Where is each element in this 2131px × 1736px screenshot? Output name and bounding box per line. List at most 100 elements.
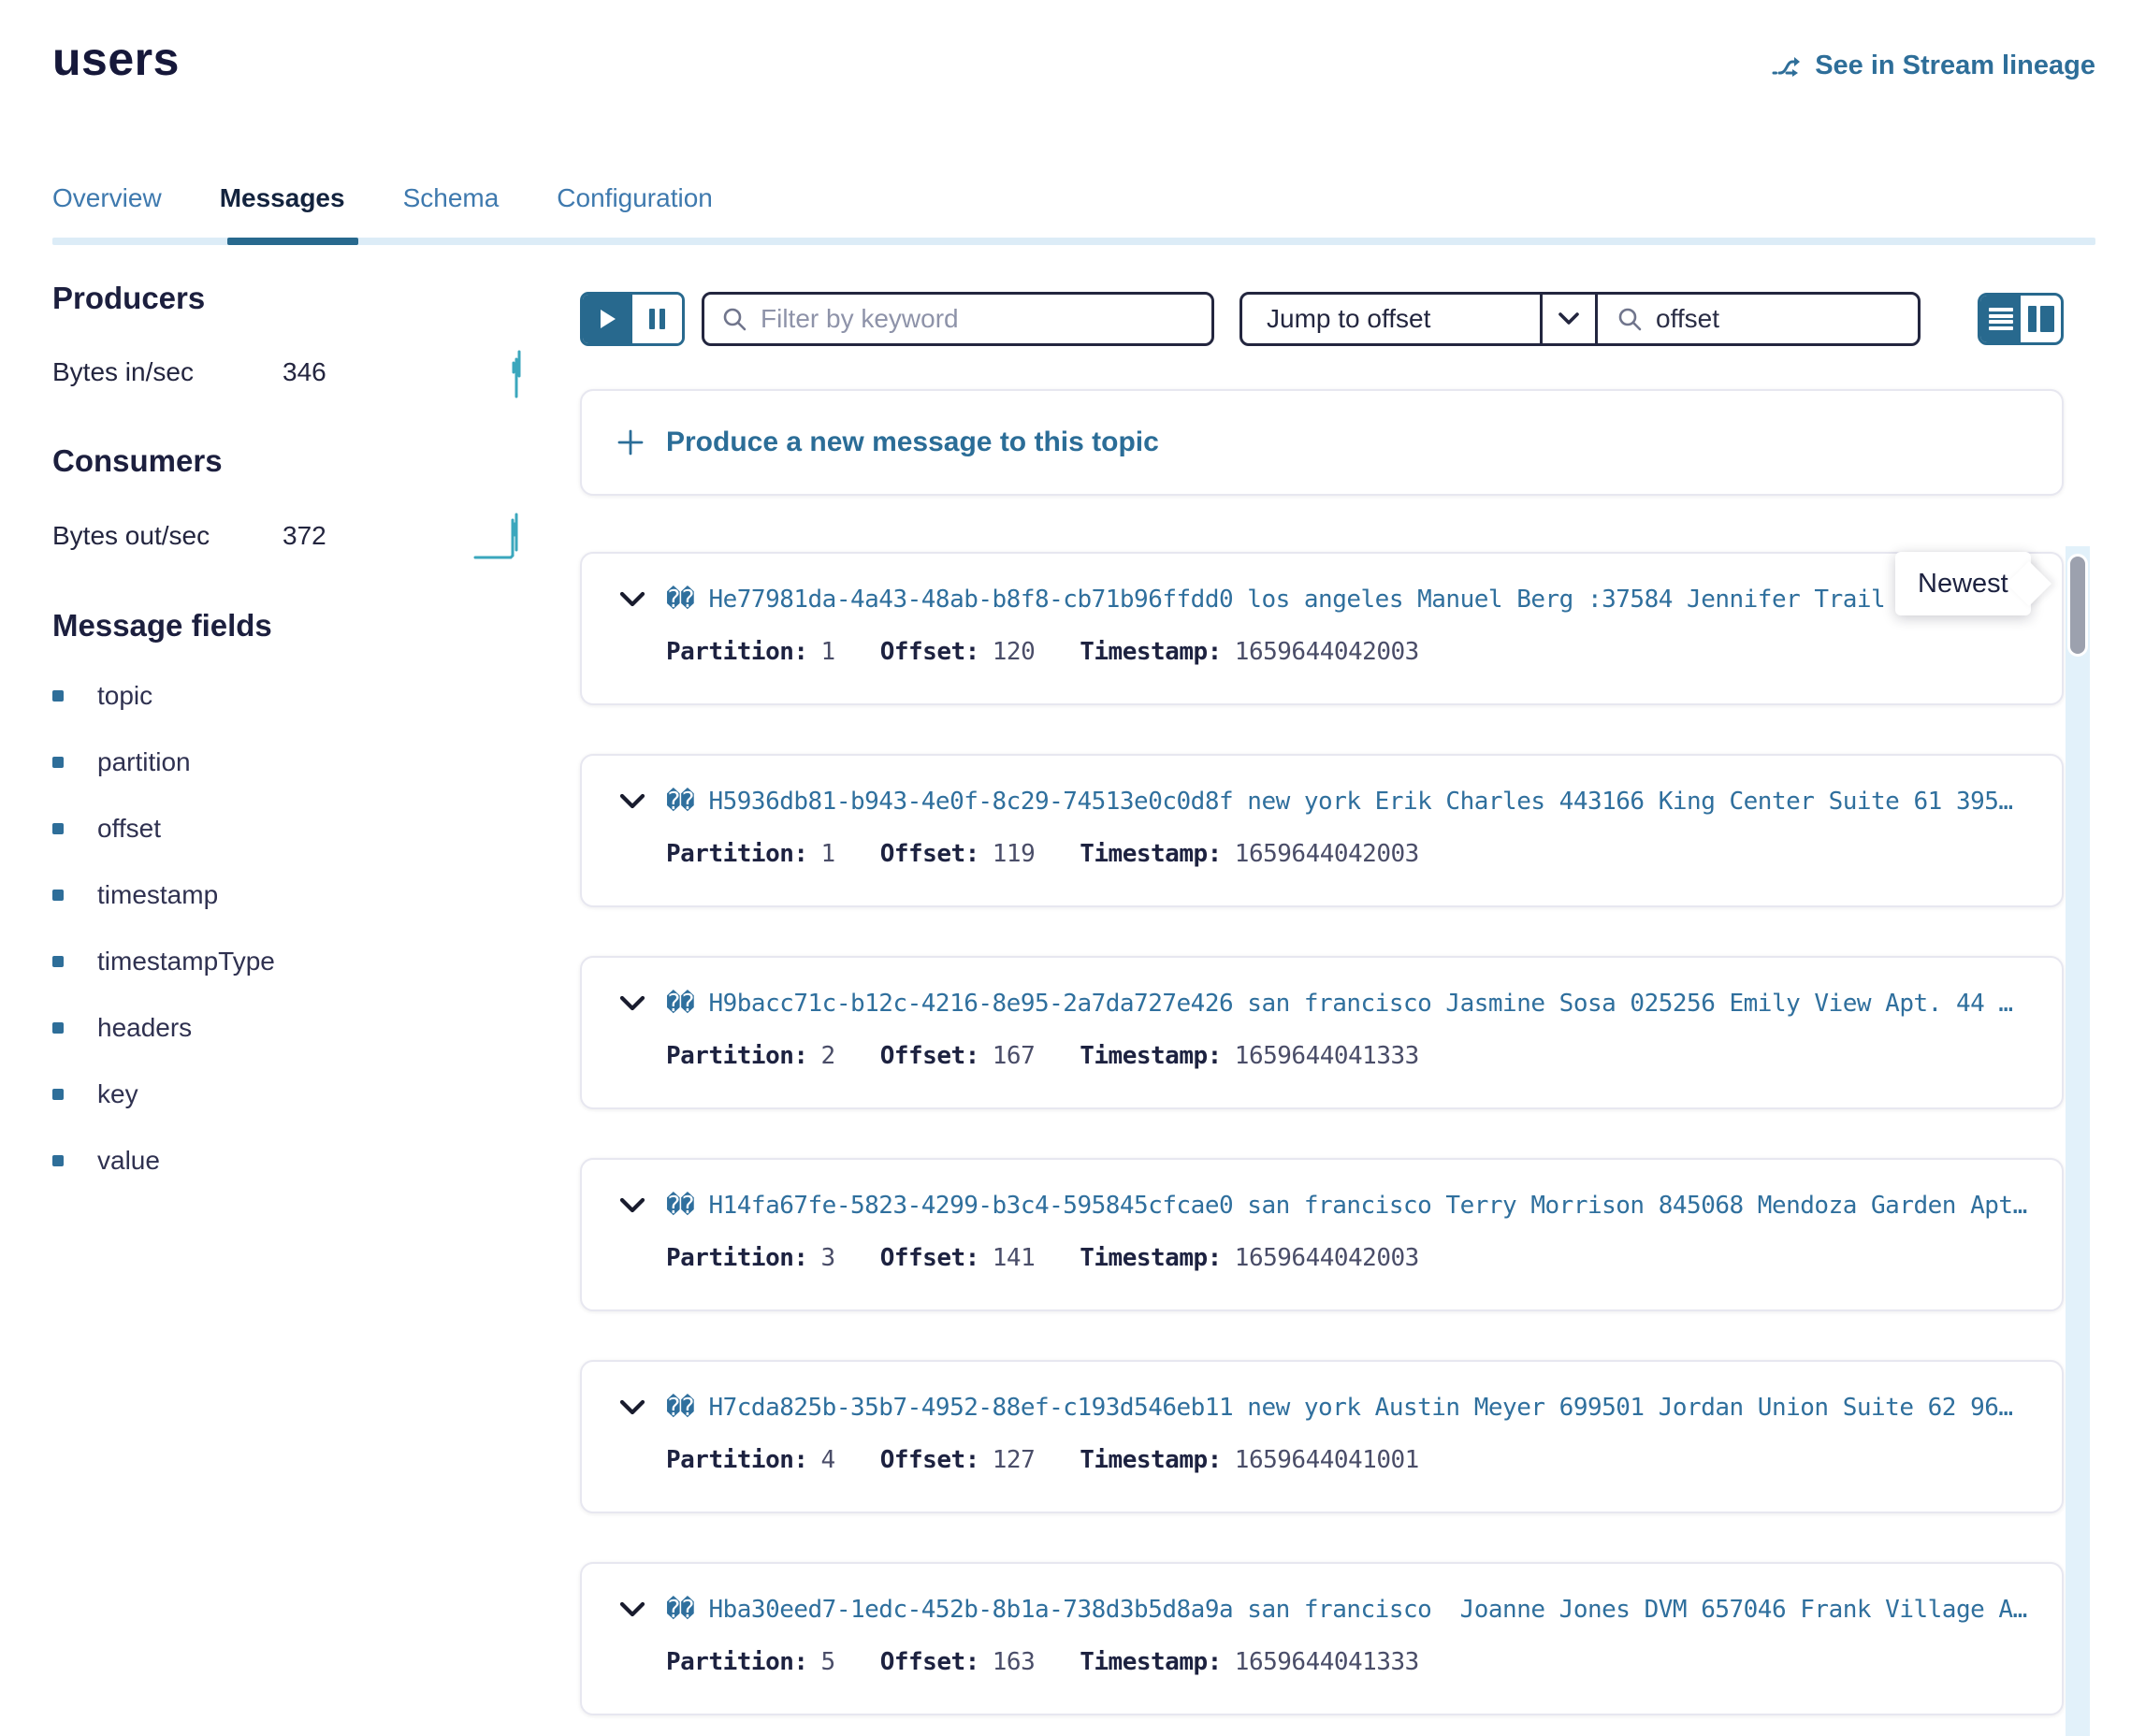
partition-label: Partition: bbox=[666, 1244, 808, 1272]
message-key-value: �� H9bacc71c-b12c-4216-8e95-2a7da727e426… bbox=[666, 990, 2037, 1018]
search-icon bbox=[721, 306, 747, 332]
offset-search[interactable] bbox=[1598, 295, 1918, 343]
message-key-value: �� He77981da-4a43-48ab-b8f8-cb71b96ffdd0… bbox=[666, 586, 2037, 614]
message-row-header[interactable]: �� He77981da-4a43-48ab-b8f8-cb71b96ffdd0… bbox=[619, 586, 2037, 614]
column-view-icon bbox=[2028, 306, 2054, 332]
partition-value: 1 bbox=[821, 840, 835, 868]
jump-select-chevron[interactable] bbox=[1543, 295, 1595, 343]
message-card: �� H5936db81-b943-4e0f-8c29-74513e0c0d8f… bbox=[580, 754, 2064, 907]
field-item-offset[interactable]: offset bbox=[52, 795, 531, 861]
message-meta: Partition:2 Offset:167 Timestamp:1659644… bbox=[666, 1042, 2037, 1070]
chevron-down-icon[interactable] bbox=[619, 591, 645, 608]
view-mode-toggle bbox=[1978, 293, 2064, 345]
message-list-scrollbar-thumb[interactable] bbox=[2067, 554, 2088, 657]
offset-value: 167 bbox=[993, 1042, 1035, 1070]
message-card: �� H14fa67fe-5823-4299-b3c4-595845cfcae0… bbox=[580, 1158, 2064, 1311]
timestamp-value: 1659644042003 bbox=[1235, 840, 1419, 868]
field-item-timestamp[interactable]: timestamp bbox=[52, 861, 531, 928]
chevron-down-icon[interactable] bbox=[619, 995, 645, 1012]
partition-value: 3 bbox=[821, 1244, 835, 1272]
offset-label: Offset: bbox=[880, 638, 979, 666]
message-meta: Partition:5 Offset:163 Timestamp:1659644… bbox=[666, 1648, 2037, 1676]
keyword-filter-input[interactable] bbox=[761, 304, 1195, 334]
field-bullet-icon bbox=[52, 1089, 64, 1100]
keyword-filter[interactable] bbox=[702, 292, 1214, 346]
message-list-scrollbar-track[interactable] bbox=[2066, 546, 2090, 1736]
message-fields-list: topic partition offset timestamp timesta… bbox=[52, 662, 531, 1194]
message-meta: Partition:1 Offset:119 Timestamp:1659644… bbox=[666, 840, 2037, 868]
offset-value: 163 bbox=[993, 1648, 1035, 1676]
tab-overview[interactable]: Overview bbox=[52, 183, 162, 213]
field-item-value[interactable]: value bbox=[52, 1127, 531, 1194]
bytes-out-value: 372 bbox=[283, 521, 326, 551]
partition-label: Partition: bbox=[666, 840, 808, 868]
newest-tooltip-label: Newest bbox=[1918, 569, 2008, 600]
field-item-partition[interactable]: partition bbox=[52, 729, 531, 795]
message-key-value: �� H14fa67fe-5823-4299-b3c4-595845cfcae0… bbox=[666, 1192, 2037, 1220]
message-meta: Partition:1 Offset:120 Timestamp:1659644… bbox=[666, 638, 2037, 666]
tab-messages[interactable]: Messages bbox=[220, 183, 345, 213]
offset-label: Offset: bbox=[880, 840, 979, 868]
stream-lineage-link[interactable]: See in Stream lineage bbox=[1772, 51, 2095, 81]
timestamp-label: Timestamp: bbox=[1080, 840, 1222, 868]
offset-label: Offset: bbox=[880, 1042, 979, 1070]
plus-icon bbox=[616, 427, 645, 457]
partition-label: Partition: bbox=[666, 1042, 808, 1070]
message-card: �� Hba30eed7-1edc-452b-8b1a-738d3b5d8a9a… bbox=[580, 1562, 2064, 1715]
list-view-button[interactable] bbox=[1980, 296, 2021, 342]
field-item-key[interactable]: key bbox=[52, 1061, 531, 1127]
field-bullet-icon bbox=[52, 1022, 64, 1034]
newest-tooltip: Newest bbox=[1895, 552, 2031, 615]
bytes-out-label: Bytes out/sec bbox=[52, 521, 283, 551]
pause-icon bbox=[649, 309, 665, 329]
field-item-headers[interactable]: headers bbox=[52, 994, 531, 1061]
column-view-button[interactable] bbox=[2021, 296, 2061, 342]
partition-label: Partition: bbox=[666, 638, 808, 666]
field-item-timestamptype[interactable]: timestampType bbox=[52, 928, 531, 994]
field-bullet-icon bbox=[52, 890, 64, 901]
offset-label: Offset: bbox=[880, 1446, 979, 1474]
produce-message-button[interactable]: Produce a new message to this topic bbox=[580, 389, 2064, 496]
field-bullet-icon bbox=[52, 1155, 64, 1166]
timestamp-label: Timestamp: bbox=[1080, 1648, 1222, 1676]
chevron-down-icon[interactable] bbox=[619, 1197, 645, 1214]
timestamp-value: 1659644042003 bbox=[1235, 1244, 1419, 1272]
jump-to-offset-select[interactable]: Jump to offset bbox=[1242, 295, 1540, 343]
message-row-header[interactable]: �� H9bacc71c-b12c-4216-8e95-2a7da727e426… bbox=[619, 990, 2037, 1018]
jump-to-offset-label: Jump to offset bbox=[1267, 304, 1430, 334]
message-card: �� H7cda825b-35b7-4952-88ef-c193d546eb11… bbox=[580, 1360, 2064, 1513]
message-key-value: �� H7cda825b-35b7-4952-88ef-c193d546eb11… bbox=[666, 1394, 2037, 1422]
message-fields-heading: Message fields bbox=[52, 608, 531, 644]
field-item-topic[interactable]: topic bbox=[52, 662, 531, 729]
search-icon bbox=[1616, 306, 1643, 332]
offset-search-input[interactable] bbox=[1656, 304, 1899, 334]
message-row-header[interactable]: �� Hba30eed7-1edc-452b-8b1a-738d3b5d8a9a… bbox=[619, 1596, 2037, 1624]
message-row-header[interactable]: �� H14fa67fe-5823-4299-b3c4-595845cfcae0… bbox=[619, 1192, 2037, 1220]
chevron-down-icon[interactable] bbox=[619, 1399, 645, 1416]
timestamp-value: 1659644041333 bbox=[1235, 1042, 1419, 1070]
message-row-header[interactable]: �� H5936db81-b943-4e0f-8c29-74513e0c0d8f… bbox=[619, 788, 2037, 816]
message-meta: Partition:4 Offset:127 Timestamp:1659644… bbox=[666, 1446, 2037, 1474]
offset-label: Offset: bbox=[880, 1244, 979, 1272]
page-header: users See in Stream lineage bbox=[52, 32, 2095, 86]
tab-schema[interactable]: Schema bbox=[403, 183, 500, 213]
field-bullet-icon bbox=[52, 956, 64, 967]
bytes-in-value: 346 bbox=[283, 357, 326, 387]
message-row-header[interactable]: �� H7cda825b-35b7-4952-88ef-c193d546eb11… bbox=[619, 1394, 2037, 1422]
play-button[interactable] bbox=[583, 295, 632, 343]
consumers-metric-row: Bytes out/sec 372 bbox=[52, 507, 531, 565]
pause-button[interactable] bbox=[632, 295, 682, 343]
chevron-down-icon[interactable] bbox=[619, 1601, 645, 1618]
chevron-down-icon[interactable] bbox=[619, 793, 645, 810]
field-label: timestamp bbox=[97, 880, 218, 910]
timestamp-label: Timestamp: bbox=[1080, 638, 1222, 666]
page-title: users bbox=[52, 32, 180, 86]
messages-toolbar: Jump to offset bbox=[580, 292, 2064, 346]
partition-value: 4 bbox=[821, 1446, 835, 1474]
message-card: �� H9bacc71c-b12c-4216-8e95-2a7da727e426… bbox=[580, 956, 2064, 1109]
offset-value: 141 bbox=[993, 1244, 1035, 1272]
field-label: key bbox=[97, 1079, 138, 1109]
tab-bar: Overview Messages Schema Configuration bbox=[52, 183, 2095, 245]
field-bullet-icon bbox=[52, 690, 64, 702]
tab-configuration[interactable]: Configuration bbox=[557, 183, 713, 213]
